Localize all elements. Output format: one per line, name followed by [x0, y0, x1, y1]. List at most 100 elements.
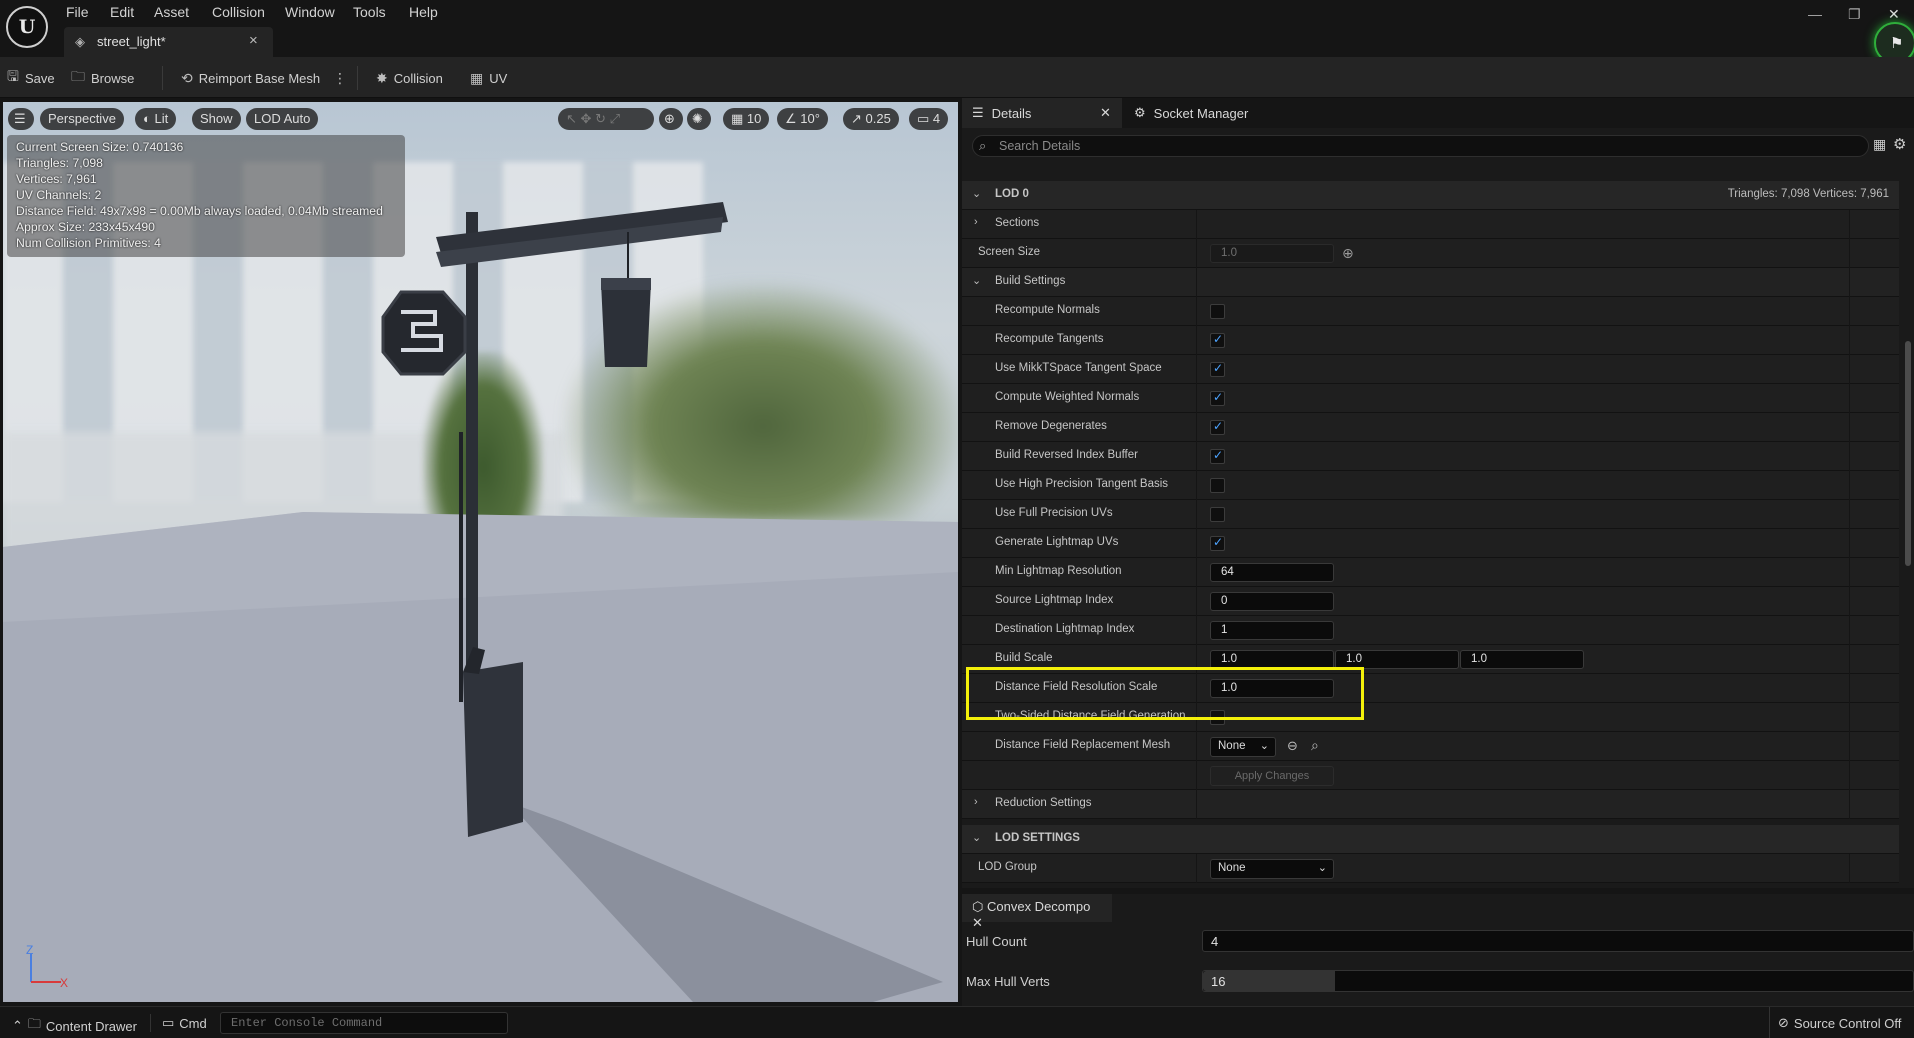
sections-label: Sections	[995, 217, 1040, 229]
close-tab-icon[interactable]: ×	[249, 32, 258, 49]
restore-button[interactable]: ❐	[1848, 6, 1861, 23]
menu-window[interactable]: Window	[285, 2, 335, 22]
column-splitter[interactable]	[1196, 732, 1197, 761]
column-splitter[interactable]	[1196, 326, 1197, 355]
max-hull-verts-slider[interactable]: 16	[1202, 970, 1914, 992]
reduction-settings-row[interactable]: › Reduction Settings	[962, 790, 1899, 819]
column-splitter[interactable]	[1196, 558, 1197, 587]
tab-details[interactable]: ☰ Details ✕	[962, 98, 1122, 128]
settings-gear-icon[interactable]: ⚙	[1893, 135, 1906, 153]
details-panel: ☰ Details ✕ ⚙ Socket Manager ⌕ ▦ ⚙ ⌄ LOD…	[962, 98, 1914, 888]
df-replacement-dropdown[interactable]: None ⌄	[1210, 737, 1276, 757]
recompute-normals-checkbox[interactable]	[1210, 304, 1225, 319]
column-splitter[interactable]	[1196, 854, 1197, 883]
use-selected-arrow-icon[interactable]: ⊖	[1287, 738, 1298, 754]
column-splitter	[1849, 558, 1850, 587]
lod-settings-category[interactable]: ⌄ LOD SETTINGS	[962, 825, 1899, 854]
document-tab[interactable]: ◈ street_light* ×	[64, 27, 273, 57]
add-icon[interactable]: ⊕	[1342, 245, 1354, 262]
menu-asset[interactable]: Asset	[154, 2, 189, 22]
menu-collision[interactable]: Collision	[212, 2, 265, 22]
sections-row[interactable]: › Sections	[962, 210, 1899, 239]
high-precision-tangent-checkbox[interactable]	[1210, 478, 1225, 493]
details-scrollbar[interactable]	[1905, 341, 1911, 566]
scale-snap-button[interactable]: ↗ 0.25	[843, 108, 899, 130]
world-local-toggle[interactable]: ⊕	[659, 108, 683, 130]
column-splitter[interactable]	[1196, 587, 1197, 616]
column-splitter[interactable]	[1196, 297, 1197, 326]
console-command-field[interactable]	[220, 1012, 508, 1034]
mesh-viewport[interactable]: ☰ Perspective ◐ Lit Show LOD Auto ↖ ✥ ↻ …	[3, 102, 958, 1002]
viewport-options-button[interactable]: ☰	[8, 108, 34, 130]
source-lightmap-field[interactable]: 0	[1210, 592, 1334, 611]
menu-help[interactable]: Help	[409, 2, 438, 22]
remove-degenerates-checkbox[interactable]	[1210, 419, 1225, 435]
column-splitter[interactable]	[1196, 384, 1197, 413]
status-divider	[150, 1014, 151, 1032]
grid-snap-button[interactable]: ▦ 10	[723, 108, 770, 130]
tab-convex-decomposition[interactable]: ⬡ Convex Decompo ✕	[962, 894, 1112, 930]
hull-count-field[interactable]: 4	[1202, 930, 1914, 952]
view-mode-button[interactable]: ◐ Lit	[135, 108, 177, 130]
surface-snap-toggle[interactable]: ✺	[687, 108, 711, 130]
column-splitter[interactable]	[1196, 210, 1197, 239]
perspective-button[interactable]: Perspective	[40, 108, 124, 130]
column-splitter[interactable]	[1196, 239, 1197, 268]
search-details-input[interactable]	[999, 138, 1859, 154]
recompute-tangents-checkbox[interactable]	[1210, 332, 1225, 348]
reimport-options-button[interactable]: ⋮	[333, 67, 347, 89]
dest-lightmap-field[interactable]: 1	[1210, 621, 1334, 640]
column-splitter[interactable]	[1196, 500, 1197, 529]
minimize-button[interactable]: —	[1808, 6, 1822, 22]
static-mesh-icon: ◈	[75, 34, 85, 49]
menu-tools[interactable]: Tools	[353, 2, 386, 22]
full-precision-uvs-checkbox[interactable]	[1210, 507, 1225, 522]
menu-edit[interactable]: Edit	[110, 2, 134, 22]
angle-snap-button[interactable]: ∠ 10°	[777, 108, 828, 130]
lod-button[interactable]: LOD Auto	[246, 108, 319, 130]
source-control-button[interactable]: ⊘ Source Control Off	[1778, 1015, 1901, 1031]
uv-button[interactable]: ▦ UV	[470, 67, 507, 89]
column-splitter[interactable]	[1196, 790, 1197, 819]
save-button[interactable]: 🖫 Save	[7, 67, 55, 89]
show-button[interactable]: Show	[192, 108, 241, 130]
column-splitter[interactable]	[1196, 529, 1197, 558]
close-window-button[interactable]: ✕	[1888, 6, 1900, 23]
build-scale-z-field[interactable]: 1.0	[1460, 650, 1584, 669]
transform-tools-group[interactable]: ↖ ✥ ↻ ⤢	[558, 108, 654, 130]
lod-group-dropdown[interactable]: None ⌄	[1210, 859, 1334, 879]
lod0-category[interactable]: ⌄ LOD 0 Triangles: 7,098 Vertices: 7,961	[962, 181, 1899, 210]
column-splitter[interactable]	[1196, 442, 1197, 471]
column-splitter[interactable]	[1196, 355, 1197, 384]
collision-button[interactable]: ✸ Collision	[376, 67, 443, 89]
more-options-icon: ⋮	[333, 69, 347, 86]
close-convex-tab-icon[interactable]: ✕	[972, 915, 983, 930]
apply-changes-button[interactable]: Apply Changes	[1210, 766, 1334, 786]
column-splitter[interactable]	[1196, 761, 1197, 790]
reimport-base-mesh-button[interactable]: ⟲ Reimport Base Mesh	[181, 67, 320, 89]
weighted-normals-checkbox[interactable]	[1210, 390, 1225, 406]
column-splitter[interactable]	[1196, 268, 1197, 297]
unreal-logo[interactable]: U	[6, 6, 48, 48]
column-splitter[interactable]	[1196, 471, 1197, 500]
console-command-input[interactable]	[221, 1013, 507, 1033]
column-splitter[interactable]	[1196, 616, 1197, 645]
search-details-field[interactable]: ⌕	[972, 135, 1869, 157]
tab-socket-manager[interactable]: ⚙ Socket Manager	[1134, 98, 1248, 128]
min-lightmap-field[interactable]: 64	[1210, 563, 1334, 582]
screen-size-field[interactable]: 1.0	[1210, 244, 1334, 263]
column-splitter[interactable]	[1196, 413, 1197, 442]
build-settings-row[interactable]: ⌄ Build Settings	[962, 268, 1899, 297]
menu-file[interactable]: File	[66, 2, 89, 22]
browse-search-icon[interactable]: ⌕	[1311, 737, 1319, 754]
reversed-index-checkbox[interactable]	[1210, 448, 1225, 464]
close-details-tab-icon[interactable]: ✕	[1100, 105, 1111, 121]
generate-lightmap-uvs-checkbox[interactable]	[1210, 535, 1225, 551]
camera-speed-button[interactable]: ▭ 4	[909, 108, 949, 130]
browse-button[interactable]: 🗀 Browse	[71, 67, 134, 89]
property-matrix-icon[interactable]: ▦	[1873, 136, 1886, 153]
cmd-button[interactable]: ▭ Cmd	[162, 1015, 207, 1031]
source-control-label: Source Control Off	[1793, 1015, 1902, 1031]
mikktspace-checkbox[interactable]	[1210, 361, 1225, 377]
content-drawer-button[interactable]: ⌃ 🗀 Content Drawer	[12, 1015, 137, 1037]
